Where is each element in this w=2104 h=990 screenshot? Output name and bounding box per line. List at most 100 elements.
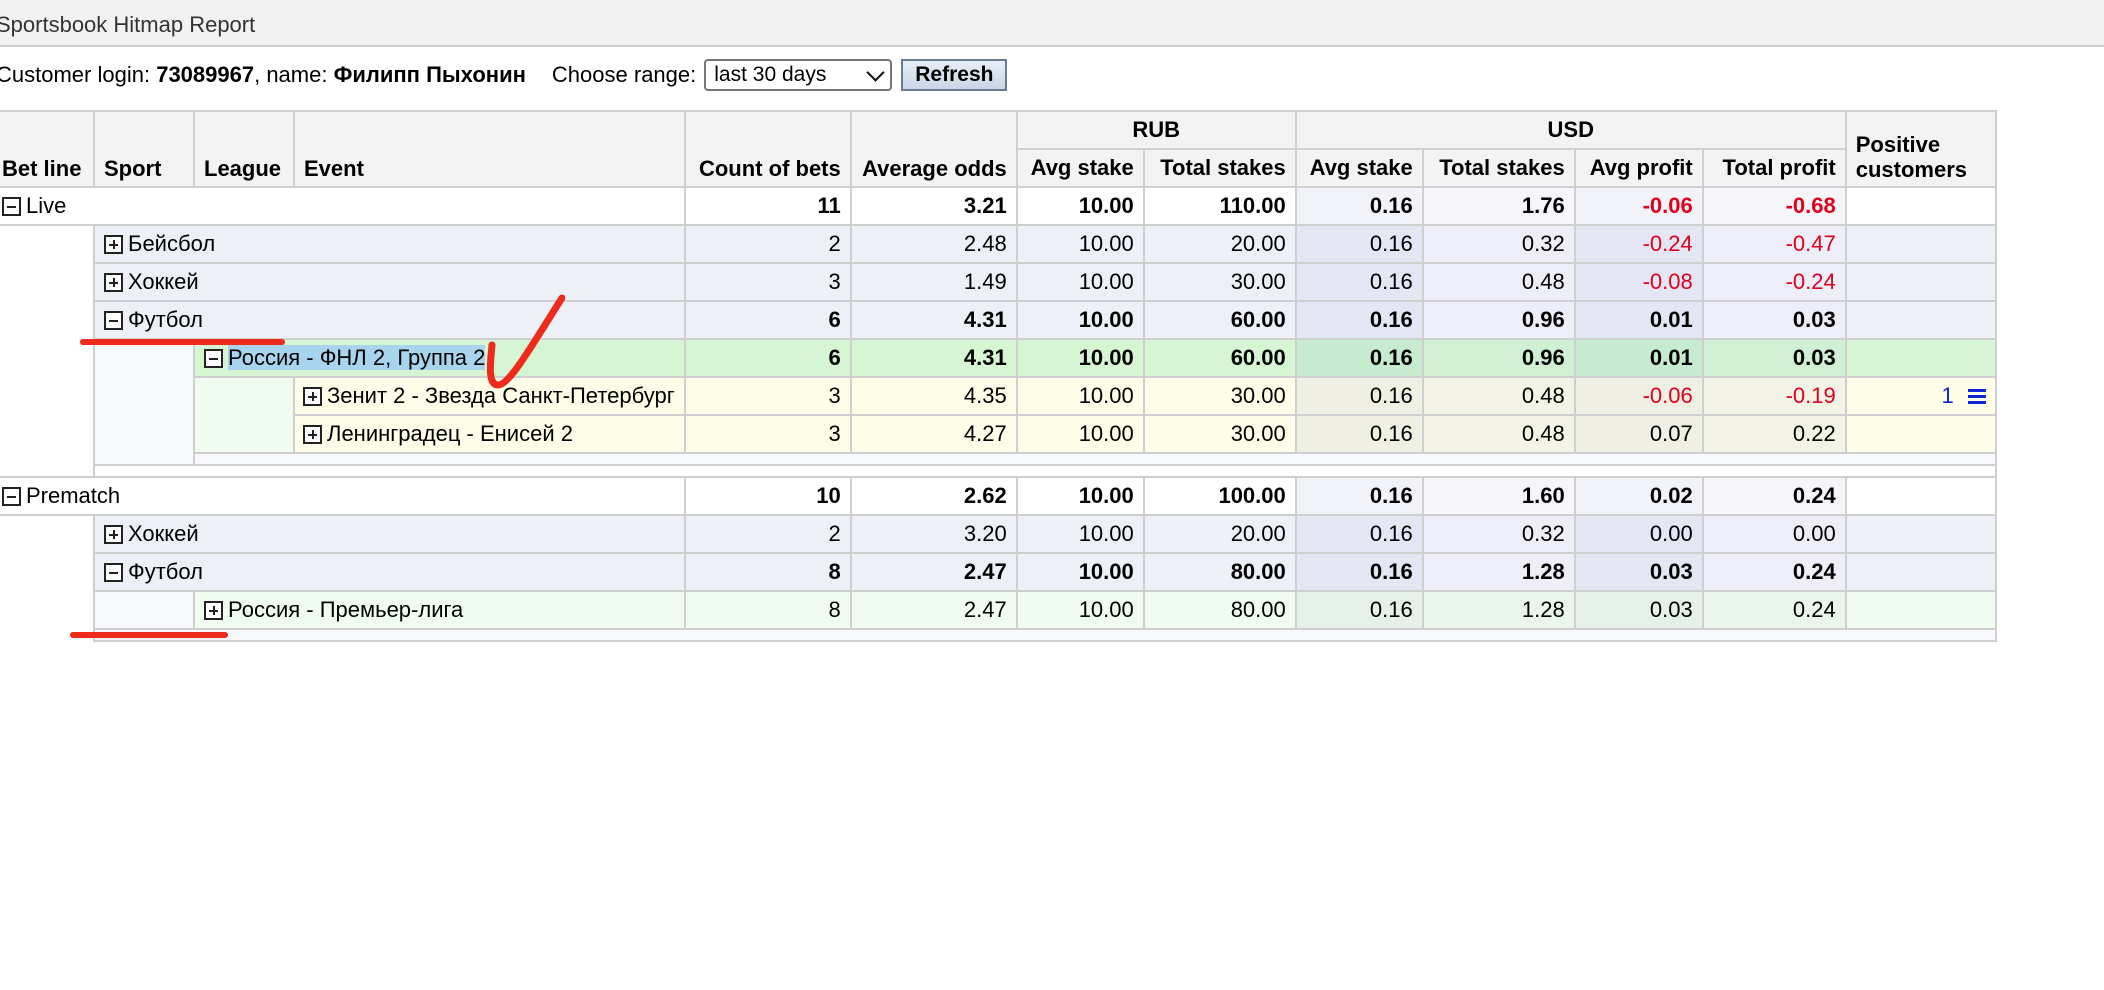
col-usd-total-stakes: Total stakes [1421, 148, 1576, 188]
cell-rub-avg: 10.00 [1015, 338, 1145, 378]
collapse-icon[interactable] [104, 563, 123, 582]
cell-count: 3 [683, 414, 852, 454]
cell-rub-avg: 10.00 [1015, 590, 1145, 630]
expand-icon[interactable] [303, 387, 322, 406]
cell-odds: 2.62 [849, 476, 1018, 516]
sport-pm-hockey: Хоккей [93, 514, 686, 554]
title-bar: Sportsbook Hitmap Report [0, 0, 2104, 47]
table-row-event: Зенит 2 - Звезда Санкт-Петербург 3 4.35 … [0, 376, 1997, 454]
cell-rub-avg: 10.00 [1015, 186, 1145, 226]
positive-customers-link[interactable]: 1 [1942, 383, 1954, 408]
bet-line-prematch: Prematch [0, 476, 686, 516]
cell-usd-total: 0.96 [1421, 338, 1576, 378]
range-label: Choose range: [551, 62, 697, 87]
cell-positive [1844, 338, 1997, 378]
cell-usd-avg: 0.16 [1294, 262, 1424, 302]
col-usd-avg-stake: Avg stake [1294, 148, 1424, 188]
cell-count: 2 [683, 224, 852, 264]
red-underline-annotation [80, 339, 285, 345]
cell-usd-avg: 0.16 [1294, 224, 1424, 264]
col-avg-profit: Avg profit [1573, 148, 1704, 188]
cell-usd-total: 0.96 [1421, 300, 1576, 340]
cell-total-profit: 0.24 [1701, 590, 1847, 630]
cell-count: 6 [683, 300, 852, 340]
cell-odds: 2.47 [849, 552, 1018, 592]
col-rub-avg-stake: Avg stake [1015, 148, 1145, 188]
cell-rub-total: 110.00 [1142, 186, 1297, 226]
col-positive-customers: Positive customers [1844, 110, 1997, 188]
cell-usd-total: 0.48 [1421, 414, 1576, 454]
group-rub: RUB [1015, 110, 1297, 150]
customer-login: 73089967 [156, 62, 255, 87]
table-row-league: Россия - Премьер-лига 8 2.47 10.00 80.00… [0, 590, 1997, 630]
cell-count: 8 [683, 590, 852, 630]
cell-usd-total: 1.28 [1421, 552, 1576, 592]
page-title: Sportsbook Hitmap Report [0, 12, 256, 37]
cell-usd-total: 0.48 [1421, 262, 1576, 302]
table-row-sport: Хоккей 2 3.20 10.00 20.00 0.16 0.32 0.00… [0, 514, 1997, 641]
cell-usd-avg: 0.16 [1294, 338, 1424, 378]
cell-avg-profit: 0.07 [1573, 414, 1704, 454]
cell-rub-total: 80.00 [1142, 552, 1297, 592]
customer-name: Филипп Пыхонин [333, 62, 526, 87]
cell-avg-profit: 0.01 [1573, 300, 1704, 340]
customer-name-label: , name: [254, 62, 328, 87]
cell-usd-total: 1.60 [1421, 476, 1576, 516]
collapse-icon[interactable] [204, 349, 223, 368]
cell-count: 8 [683, 552, 852, 592]
cell-usd-avg: 0.16 [1294, 376, 1424, 416]
expand-icon[interactable] [104, 525, 123, 544]
col-league: League [193, 110, 295, 188]
league-pm-premier: Россия - Премьер-лига [193, 590, 686, 630]
bet-line-live: Live [0, 186, 686, 226]
cell-usd-total: 1.76 [1421, 186, 1576, 226]
cell-total-profit: 0.00 [1701, 514, 1847, 554]
cell-avg-profit: 0.03 [1573, 552, 1704, 592]
range-select[interactable]: last 30 days [704, 59, 893, 91]
cell-avg-profit: 0.02 [1573, 476, 1704, 516]
cell-total-profit: 0.24 [1701, 476, 1847, 516]
cell-usd-avg: 0.16 [1294, 552, 1424, 592]
cell-count: 2 [683, 514, 852, 554]
expand-icon[interactable] [303, 425, 322, 444]
cell-positive [1844, 186, 1997, 226]
cell-odds: 4.31 [849, 338, 1018, 378]
cell-rub-total: 30.00 [1142, 376, 1297, 416]
cell-total-profit: 0.03 [1701, 338, 1847, 378]
table-row-sport: Футбол 6 4.31 10.00 60.00 0.16 0.96 0.01… [0, 300, 1997, 340]
cell-rub-avg: 10.00 [1015, 262, 1145, 302]
cell-positive [1844, 414, 1997, 454]
collapse-icon[interactable] [104, 311, 123, 330]
cell-rub-total: 20.00 [1142, 514, 1297, 554]
refresh-button[interactable]: Refresh [901, 59, 1008, 91]
cell-odds: 1.49 [849, 262, 1018, 302]
menu-list-icon[interactable] [1967, 389, 1986, 404]
table-row-league: Россия - ФНЛ 2, Группа 2 6 4.31 10.00 60… [0, 338, 1997, 465]
cell-positive [1844, 262, 1997, 302]
table-row-live: Live 11 3.21 10.00 110.00 0.16 1.76 -0.0… [0, 186, 1997, 226]
cell-count: 3 [683, 376, 852, 416]
cell-usd-avg: 0.16 [1294, 186, 1424, 226]
cell-odds: 2.47 [849, 590, 1018, 630]
cell-total-profit: -0.24 [1701, 262, 1847, 302]
cell-usd-total: 1.28 [1421, 590, 1576, 630]
expand-icon[interactable] [204, 601, 223, 620]
hitmap-table: Bet line Sport League Event Count of bet… [0, 110, 1997, 642]
collapse-icon[interactable] [2, 197, 21, 216]
cell-rub-avg: 10.00 [1015, 414, 1145, 454]
cell-rub-total: 20.00 [1142, 224, 1297, 264]
col-count: Count of bets [683, 110, 852, 188]
cell-usd-avg: 0.16 [1294, 590, 1424, 630]
cell-rub-avg: 10.00 [1015, 224, 1145, 264]
cell-positive [1844, 552, 1997, 592]
cell-avg-profit: -0.08 [1573, 262, 1704, 302]
expand-icon[interactable] [104, 273, 123, 292]
cell-usd-avg: 0.16 [1294, 514, 1424, 554]
cell-rub-total: 60.00 [1142, 300, 1297, 340]
event-leningradets: Ленинградец - Енисей 2 [293, 414, 686, 454]
cell-rub-total: 30.00 [1142, 262, 1297, 302]
cell-count: 6 [683, 338, 852, 378]
expand-icon[interactable] [104, 235, 123, 254]
chevron-down-icon [866, 62, 885, 82]
collapse-icon[interactable] [2, 487, 21, 506]
